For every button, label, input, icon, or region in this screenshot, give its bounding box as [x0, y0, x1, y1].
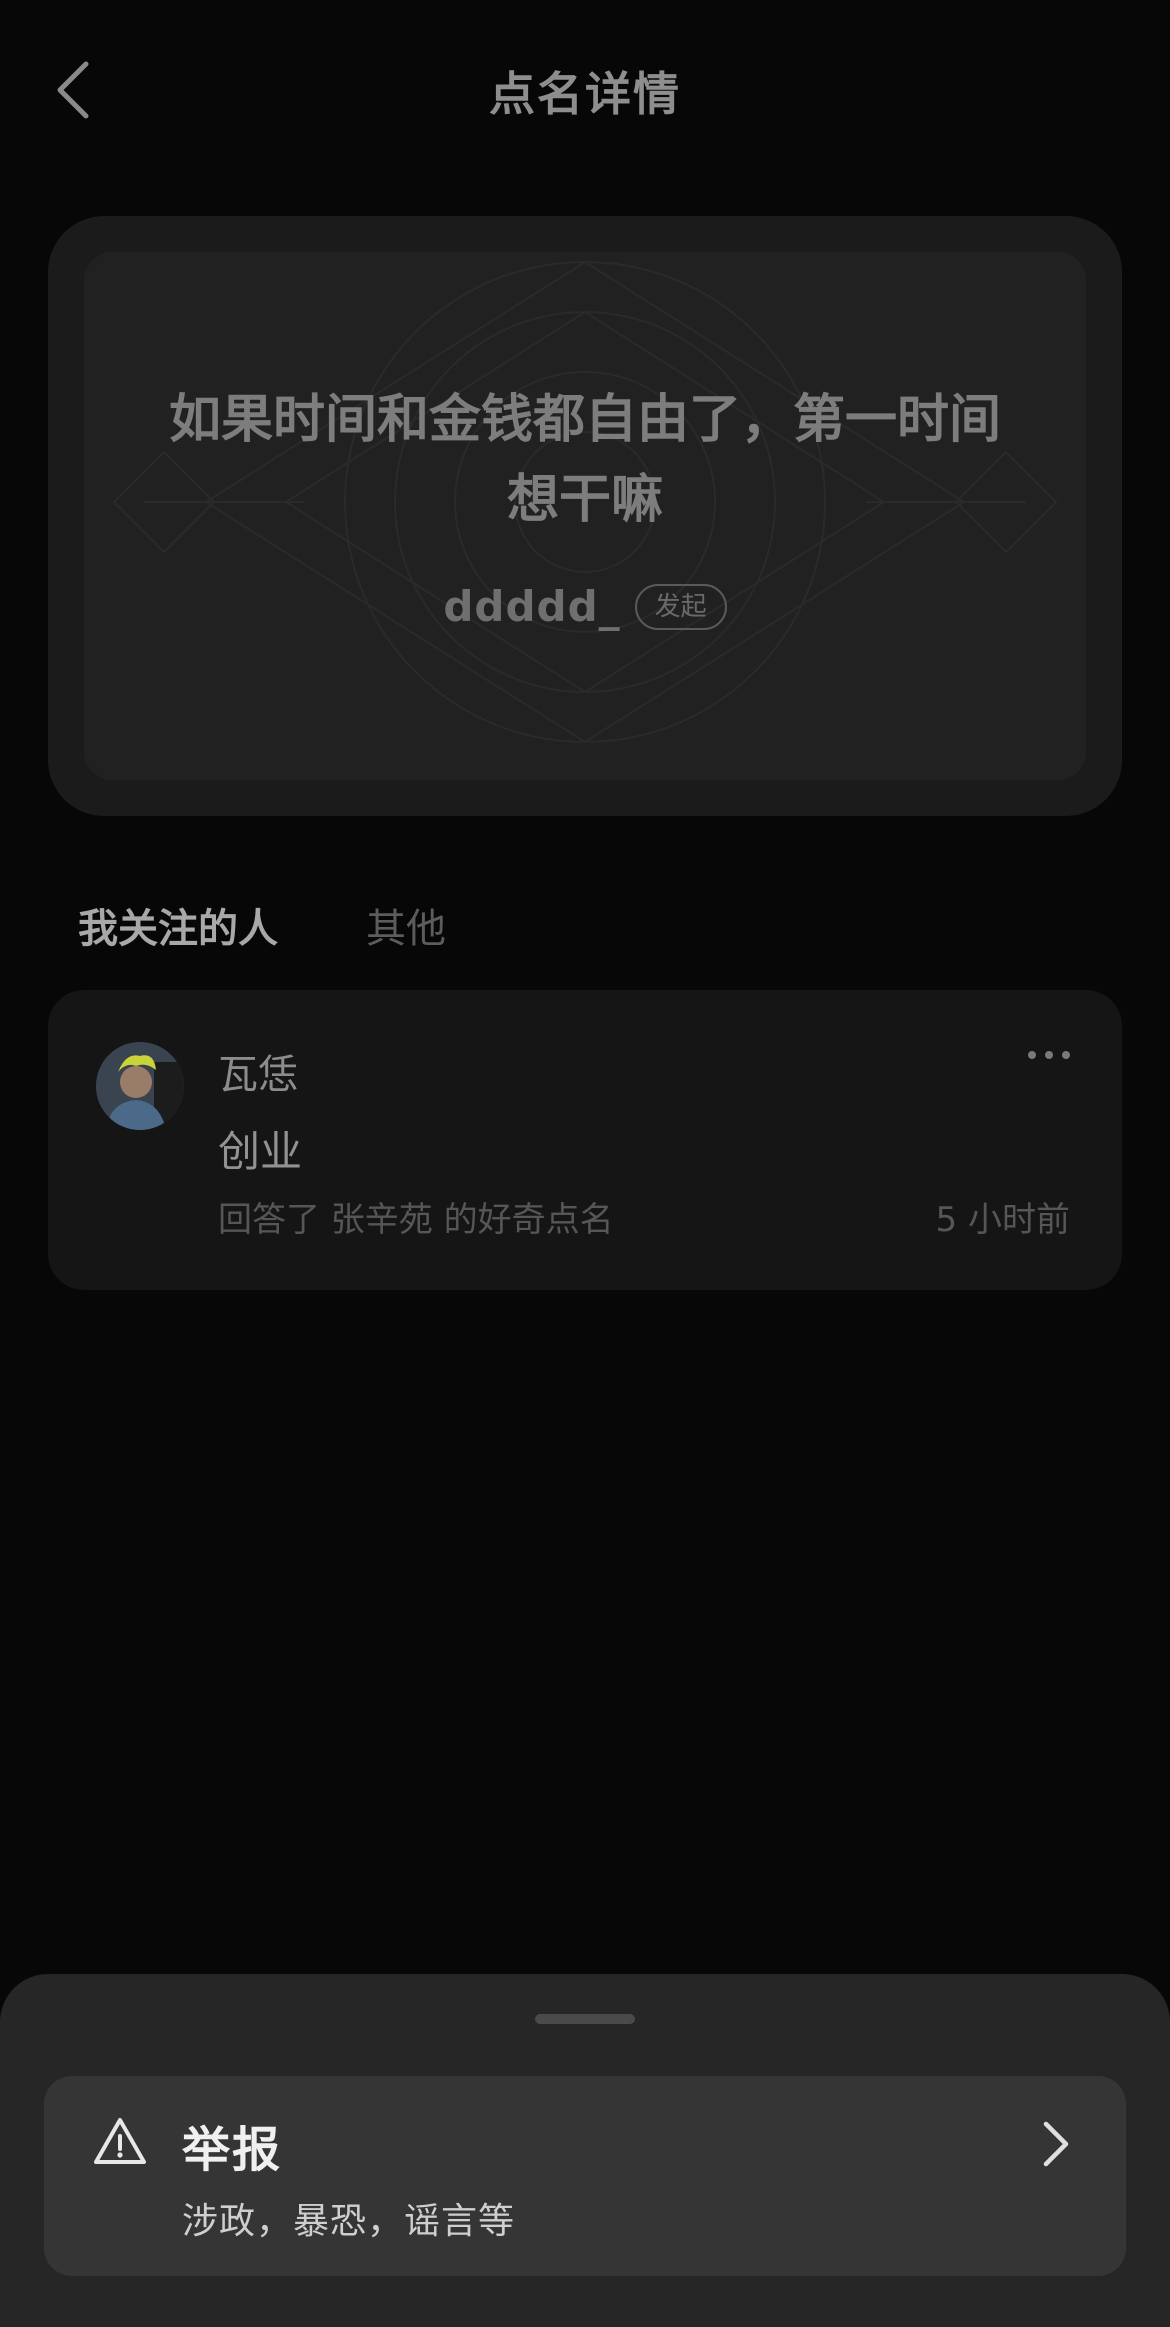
page: 点名详情 如果时间和金钱都自由了，第一时间想干嘛 ddddd_ 发起 我关注的人…	[0, 0, 1170, 2327]
question-card-inner: 如果时间和金钱都自由了，第一时间想干嘛 ddddd_ 发起	[84, 252, 1086, 780]
bottom-sheet: 举报 涉政，暴恐，谣言等	[0, 1974, 1170, 2327]
tab-following[interactable]: 我关注的人	[78, 896, 278, 954]
warning-icon	[94, 2118, 146, 2164]
report-title: 举报	[182, 2122, 283, 2178]
user-name[interactable]: 瓦恁	[218, 1042, 298, 1100]
more-dots-icon	[1028, 1051, 1070, 1059]
question-card: 如果时间和金钱都自由了，第一时间想干嘛 ddddd_ 发起	[48, 216, 1122, 816]
answer-item[interactable]: 瓦恁 创业 回答了 张辛苑 的好奇点名 5 小时前	[48, 990, 1122, 1290]
sheet-handle[interactable]	[535, 2014, 635, 2024]
tab-others[interactable]: 其他	[366, 896, 446, 954]
answer-meta: 回答了 张辛苑 的好奇点名	[218, 1200, 614, 1240]
user-avatar-image	[96, 1042, 184, 1130]
more-button[interactable]	[1024, 1040, 1074, 1070]
avatar[interactable]	[96, 1042, 184, 1130]
answer-text: 创业	[218, 1127, 303, 1176]
page-title: 点名详情	[489, 67, 681, 121]
author-row: ddddd_ 发起	[84, 582, 1086, 631]
answer-time: 5 小时前	[935, 1200, 1070, 1240]
report-button[interactable]: 举报 涉政，暴恐，谣言等	[44, 2076, 1126, 2276]
author-name[interactable]: ddddd_	[443, 582, 620, 631]
report-subtitle: 涉政，暴恐，谣言等	[182, 2201, 516, 2242]
tab-bar: 我关注的人 其他	[78, 896, 446, 954]
question-text: 如果时间和金钱都自由了，第一时间想干嘛	[168, 390, 1001, 530]
chevron-right-icon	[1043, 2121, 1069, 2167]
initiator-badge: 发起	[634, 583, 727, 630]
